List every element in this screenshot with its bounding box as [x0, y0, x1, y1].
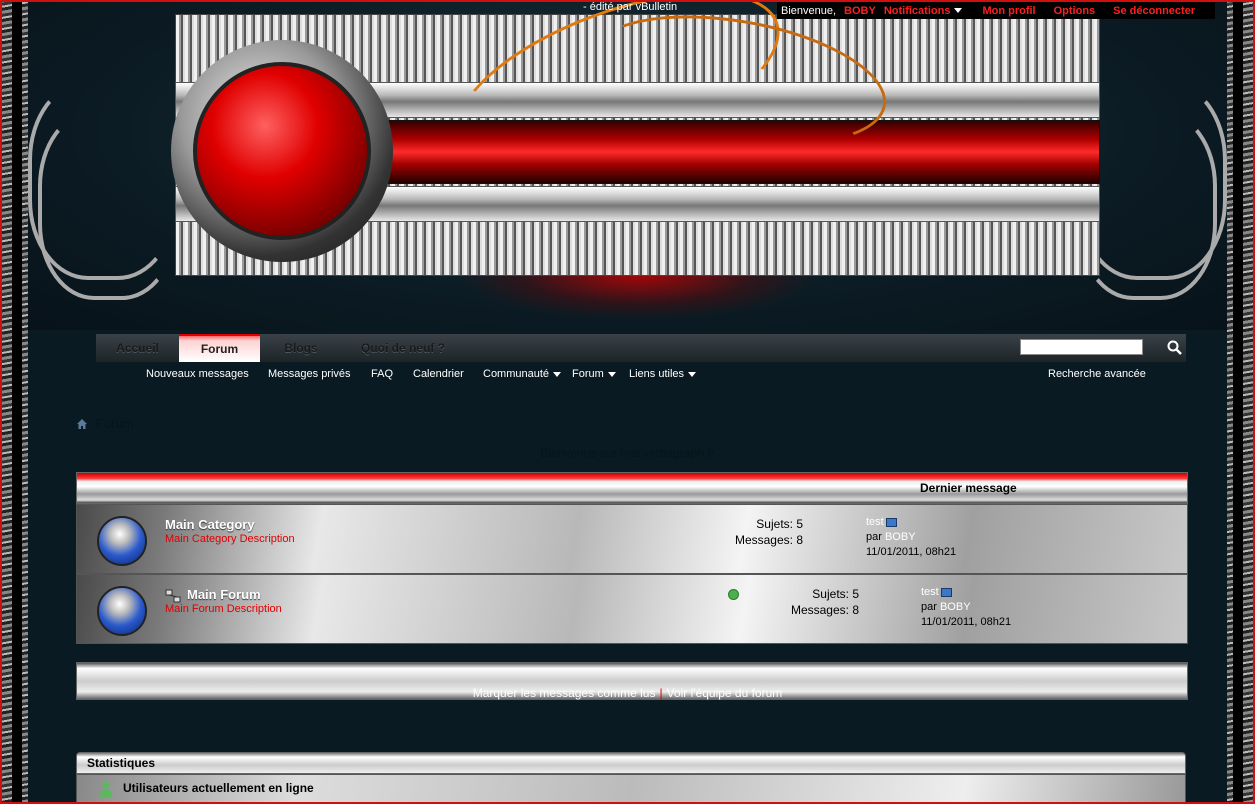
goto-last-post-icon[interactable]	[885, 517, 897, 527]
forum-table-header: Dernier message	[76, 472, 1188, 504]
forum-description: Main Forum Description	[165, 603, 282, 615]
last-post-info: test par BOBY 11/01/2011, 08h21	[866, 516, 957, 558]
forum-footer-links: Marquer les messages comme lus | Voir l'éq…	[472, 686, 783, 700]
welcome-label: Bienvenue,	[781, 4, 837, 17]
forum-avatar	[97, 516, 147, 566]
posts-count: Messages: 8	[734, 533, 803, 547]
mark-read-link[interactable]: Marquer les messages comme lus	[473, 686, 656, 700]
tab-quoi-de-neuf[interactable]: Quoi de neuf ?	[342, 334, 464, 362]
search-icon[interactable]	[1166, 339, 1184, 357]
subnav-private-messages[interactable]: Messages privés	[268, 368, 351, 380]
forum-row: Main Forum Main Forum Description Sujets…	[76, 574, 1188, 644]
tab-accueil[interactable]: Accueil	[96, 334, 179, 362]
breadcrumb: Forum	[76, 416, 134, 431]
welcome-banner: Bienvenue sur test.verbagraph.fr	[540, 446, 715, 460]
username-link[interactable]: BOBY	[844, 5, 876, 17]
statistics-header: Statistiques	[76, 752, 1186, 774]
options-link[interactable]: Options	[1054, 5, 1096, 17]
last-post-date: 11/01/2011, 08h21	[866, 546, 957, 558]
subforum-icon	[165, 589, 181, 603]
last-post-column-header: Dernier message	[920, 481, 1017, 495]
home-icon[interactable]	[76, 418, 88, 430]
search-input[interactable]	[1020, 339, 1143, 355]
forum-stats: Sujets: 5 Messages: 8	[707, 516, 803, 548]
left-rail-decoration	[0, 0, 28, 804]
forum-avatar	[97, 586, 147, 636]
tab-forum[interactable]: Forum	[179, 334, 260, 362]
subnav-faq[interactable]: FAQ	[371, 368, 393, 380]
subnav-new-posts[interactable]: Nouveaux messages	[146, 368, 249, 380]
main-navbar: Accueil Forum Blogs Quoi de neuf ?	[96, 334, 1186, 362]
last-post-info: test par BOBY 11/01/2011, 08h21	[921, 586, 1012, 628]
posts-count: Messages: 8	[790, 603, 859, 617]
last-post-date: 11/01/2011, 08h21	[921, 616, 1012, 628]
online-users-title: Utilisateurs actuellement en ligne	[123, 781, 314, 795]
view-staff-link[interactable]: Voir l'équipe du forum	[667, 686, 783, 700]
logout-link[interactable]: Se déconnecter	[1113, 5, 1195, 17]
forum-row: Main Category Main Category Description …	[76, 504, 1188, 574]
my-profile-link[interactable]: Mon profil	[982, 5, 1035, 17]
breadcrumb-current: Forum	[96, 416, 134, 431]
subnav-useful-links[interactable]: Liens utiles	[629, 368, 697, 380]
last-post-user-link[interactable]: BOBY	[885, 531, 916, 543]
forum-title-row: Main Forum	[165, 587, 261, 603]
forum-stats: Sujets: 5 Messages: 8	[763, 586, 859, 618]
user-bar: Bienvenue, BOBY Notifications Mon profil…	[777, 2, 1215, 19]
forum-title-link[interactable]: Main Category	[165, 517, 255, 532]
threads-count: Sujets: 5	[756, 517, 803, 531]
forum-description: Main Category Description	[165, 533, 295, 545]
last-post-title-link[interactable]: test	[921, 586, 939, 598]
threads-count: Sujets: 5	[812, 587, 859, 601]
last-post-title-link[interactable]: test	[866, 516, 884, 528]
subnav-forum[interactable]: Forum	[572, 368, 616, 380]
subnav-community[interactable]: Communauté	[483, 368, 562, 380]
chevron-down-icon	[954, 8, 963, 14]
edited-by-text: - édité par vBulletin	[583, 1, 678, 13]
subnav-calendar[interactable]: Calendrier	[413, 368, 464, 380]
statistics-title: Statistiques	[87, 756, 156, 770]
tab-blogs[interactable]: Blogs	[260, 334, 342, 362]
notifications-menu[interactable]: Notifications	[884, 5, 963, 17]
chevron-down-icon	[688, 371, 697, 377]
right-rail-decoration	[1227, 0, 1255, 804]
chevron-down-icon	[553, 371, 562, 377]
chevron-down-icon	[607, 371, 616, 377]
header-banner	[28, 0, 1227, 330]
check-icon	[728, 589, 739, 600]
sub-navbar: Nouveaux messages Messages privés FAQ Ca…	[96, 362, 1186, 386]
online-users-row: Utilisateurs actuellement en ligne	[76, 774, 1186, 804]
advanced-search-link[interactable]: Recherche avancée	[1048, 368, 1146, 380]
user-icon	[100, 781, 112, 797]
forum-title-link[interactable]: Main Forum	[187, 587, 261, 602]
goto-last-post-icon[interactable]	[940, 587, 952, 597]
last-post-user-link[interactable]: BOBY	[940, 601, 971, 613]
